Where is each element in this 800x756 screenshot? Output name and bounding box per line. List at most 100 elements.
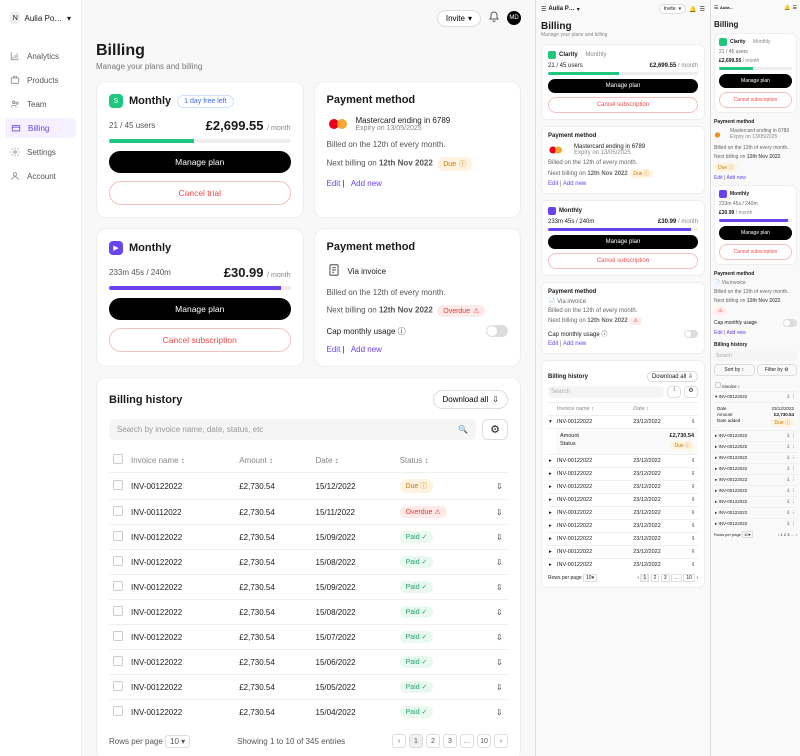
table-row[interactable]: ▸ INV-00122022⇩ ⋮ <box>714 519 797 530</box>
cap-usage-toggle[interactable] <box>684 330 698 338</box>
bell-icon[interactable]: 🔔 <box>689 6 696 13</box>
add-pm-link[interactable]: Add new <box>351 179 382 188</box>
row-checkbox[interactable] <box>113 480 123 490</box>
cancel-subscription-button[interactable]: Cancel subscription <box>109 328 291 352</box>
rpp-select[interactable]: 10 ▾ <box>165 735 190 748</box>
invite-button[interactable]: Invite▾ <box>437 10 481 27</box>
download-row-button[interactable]: ⇩ <box>492 625 508 650</box>
download-row-button[interactable]: ⇩ <box>492 500 508 525</box>
cancel-subscription-button[interactable]: Cancel subscription <box>719 92 792 108</box>
col-invoice[interactable]: Invoice name ↕ <box>127 448 235 473</box>
table-row[interactable]: ▸ INV-00122022⇩ ⋮ <box>714 497 797 508</box>
table-row[interactable]: ▸ INV-00122022⇩ ⋮ <box>714 453 797 464</box>
row-checkbox[interactable] <box>113 681 123 691</box>
menu-icon[interactable]: ☰ <box>793 5 797 11</box>
manage-plan-button[interactable]: Manage plan <box>719 74 792 88</box>
sidebar-item-products[interactable]: Products <box>0 70 81 90</box>
page-button[interactable]: … <box>460 734 474 748</box>
menu-icon[interactable]: ☰ <box>700 6 705 13</box>
table-row[interactable]: ▸INV-0012202223/12/2022⇩ <box>548 507 698 520</box>
bell-icon[interactable] <box>488 11 500 26</box>
add-pm-link[interactable]: Add new <box>726 175 745 181</box>
table-row[interactable]: ▸ INV-00122022⇩ ⋮ <box>714 508 797 519</box>
sidebar-item-billing[interactable]: Billing <box>5 118 76 138</box>
manage-plan-button[interactable]: Manage plan <box>109 298 291 320</box>
avatar[interactable]: MD <box>507 11 521 25</box>
download-row-button[interactable]: ⇩ <box>492 575 508 600</box>
table-row[interactable]: ▸ INV-00122022⇩ ⋮ <box>714 431 797 442</box>
download-all-button[interactable]: Download all ⇩ <box>647 371 698 382</box>
table-row[interactable]: ▸INV-0012202223/12/2022⇩ <box>548 533 698 546</box>
download-row-button[interactable]: ⇩ <box>492 650 508 675</box>
row-checkbox[interactable] <box>113 581 123 591</box>
row-checkbox[interactable] <box>113 556 123 566</box>
download-row-button[interactable]: ⇩ <box>492 550 508 575</box>
table-row[interactable]: ▸INV-0012202223/12/2022⇩ <box>548 455 698 468</box>
row-checkbox[interactable] <box>113 656 123 666</box>
col-status[interactable]: Status ↕ <box>396 448 492 473</box>
col-invoice[interactable]: Invoice name ↕ <box>556 403 632 416</box>
row-checkbox[interactable] <box>113 531 123 541</box>
page-button[interactable]: 3 <box>443 734 457 748</box>
add-pm-link[interactable]: Add new <box>351 345 382 354</box>
sidebar-item-team[interactable]: Team <box>0 94 81 114</box>
download-row-button[interactable]: ⇩ <box>492 473 508 500</box>
table-row[interactable]: ▸ INV-00122022⇩ ⋮ <box>714 464 797 475</box>
table-row[interactable]: ▸INV-0012202223/12/2022⇩ <box>548 546 698 559</box>
edit-pm-link[interactable]: Edit <box>548 181 558 187</box>
manage-plan-button[interactable]: Manage plan <box>719 226 792 240</box>
col-date[interactable]: Date ↕ <box>632 403 690 416</box>
edit-pm-link[interactable]: Edit <box>327 179 341 188</box>
table-row[interactable]: ▸ INV-00122022⇩ ⋮ <box>714 442 797 453</box>
manage-plan-button[interactable]: Manage plan <box>548 235 698 249</box>
workspace-switcher[interactable]: ☰ Aulía P… ▾ <box>541 6 580 13</box>
prev-page-button[interactable]: ‹ <box>392 734 406 748</box>
workspace-switcher[interactable]: ☰ Aulía… <box>714 5 734 11</box>
edit-pm-link[interactable]: Edit <box>714 330 723 336</box>
table-row[interactable]: ▸INV-0012202223/12/2022⇩ <box>548 520 698 533</box>
download-row-button[interactable]: ⇩ <box>492 675 508 700</box>
col-amount[interactable]: Amount ↕ <box>235 448 311 473</box>
cap-usage-toggle[interactable] <box>783 319 797 327</box>
search-input[interactable]: Search <box>548 386 664 398</box>
cap-usage-toggle[interactable] <box>486 325 508 337</box>
table-row[interactable]: ▸ INV-00122022⇩ ⋮ <box>714 486 797 497</box>
row-checkbox[interactable] <box>113 506 123 516</box>
manage-plan-button[interactable]: Manage plan <box>109 151 291 173</box>
col-date[interactable]: Date ↕ <box>312 448 396 473</box>
add-pm-link[interactable]: Add new <box>563 181 586 187</box>
cancel-subscription-button[interactable]: Cancel subscription <box>719 244 792 260</box>
add-pm-link[interactable]: Add new <box>726 330 745 336</box>
edit-pm-link[interactable]: Edit <box>548 341 558 347</box>
table-row[interactable]: ▾ INV-00122022⇩ ⋮ <box>714 392 797 403</box>
table-row[interactable]: ▾INV-0012202223/12/2022⇩ <box>548 416 698 429</box>
sidebar-item-analytics[interactable]: Analytics <box>0 46 81 66</box>
sort-button[interactable]: Sort by ↕ <box>714 364 755 376</box>
download-row-button[interactable]: ⇩ <box>492 700 508 725</box>
filter-button[interactable]: ⚙ <box>482 419 508 440</box>
sidebar-item-settings[interactable]: Settings <box>0 142 81 162</box>
add-pm-link[interactable]: Add new <box>563 341 586 347</box>
bell-icon[interactable]: 🔔 <box>784 5 790 11</box>
page-button[interactable]: 2 <box>426 734 440 748</box>
cancel-subscription-button[interactable]: Cancel subscription <box>548 253 698 269</box>
row-checkbox[interactable] <box>113 706 123 716</box>
row-checkbox[interactable] <box>113 606 123 616</box>
select-all-checkbox[interactable] <box>113 454 123 464</box>
next-page-button[interactable]: › <box>494 734 508 748</box>
sidebar-item-account[interactable]: Account <box>0 166 81 186</box>
download-row-button[interactable]: ⇩ <box>492 600 508 625</box>
cancel-subscription-button[interactable]: Cancel subscription <box>548 97 698 113</box>
search-input[interactable]: Search by invoice name, date, status, et… <box>109 419 476 440</box>
download-all-button[interactable]: Download all⇩ <box>433 390 508 409</box>
invite-button[interactable]: Invite ▾ <box>659 4 686 14</box>
download-row-button[interactable]: ⇩ <box>492 525 508 550</box>
table-row[interactable]: ▸INV-0012202223/12/2022⇩ <box>548 468 698 481</box>
edit-pm-link[interactable]: Edit <box>714 175 723 181</box>
rpp-select[interactable]: 10▾ <box>583 574 597 582</box>
manage-plan-button[interactable]: Manage plan <box>548 79 698 93</box>
table-row[interactable]: ▸INV-0012202223/12/2022⇩ <box>548 559 698 572</box>
workspace-switcher[interactable]: N Aulia Post… ▾ <box>0 8 81 28</box>
filter-button[interactable]: Filter by ⚙ <box>757 364 798 376</box>
page-button[interactable]: 1 <box>409 734 423 748</box>
